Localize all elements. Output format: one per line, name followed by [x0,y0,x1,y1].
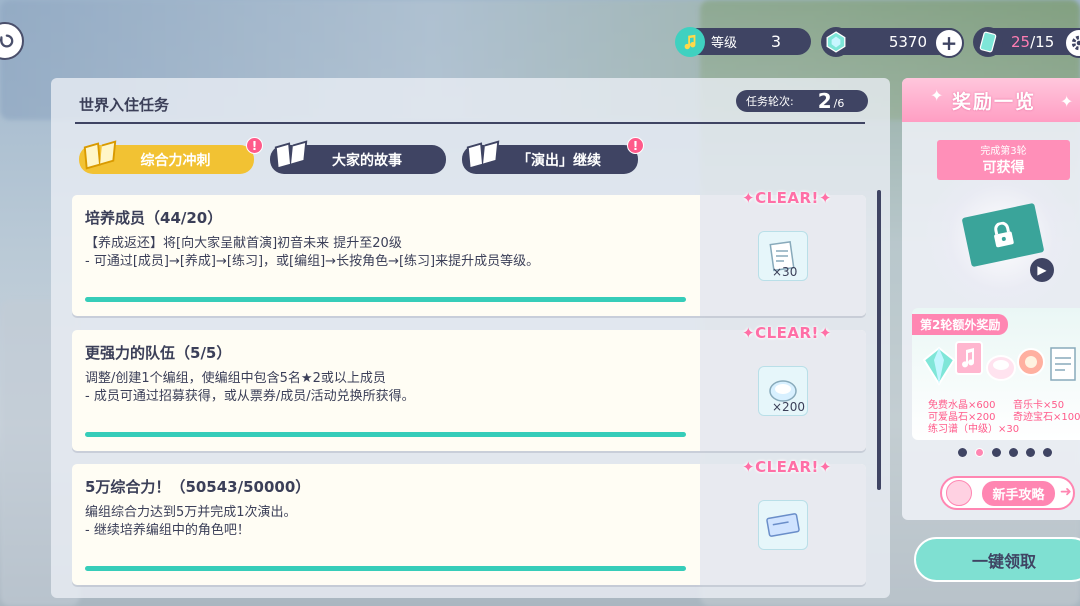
play-arrow-icon: ▶ [1037,263,1047,277]
guide-label: 新手攻略 [982,480,1055,506]
book-icon [466,140,500,170]
progress-bar [85,297,686,302]
clear-label: ✦CLEAR!✦ [742,189,832,207]
bonus-item-text: 可爱晶石×200 [928,412,996,423]
music-note-icon [675,26,705,57]
clear-label: ✦CLEAR!✦ [742,324,832,342]
level-value: 3 [770,32,781,51]
page-dot[interactable] [992,448,1001,457]
bonus-title: 第2轮额外奖励 [912,314,1009,335]
mission-name: 培养成员（44/20） [85,209,223,227]
bonus-reward-box[interactable]: 第2轮额外奖励 免费水晶×600 音乐卡×50 可爱晶石×200 奇迹宝石×10… [912,308,1080,440]
sparkle-icon: ✦ [930,86,944,105]
progress-fill [85,566,686,571]
ticket-max: /15 [1030,32,1055,51]
title-divider [75,122,865,124]
tab-performance-continue[interactable]: 「演出」继续 ! [462,137,644,174]
page-dot[interactable] [1009,448,1018,457]
beginner-guide-button[interactable]: 新手攻略 ➜ [940,476,1075,510]
back-arrow-icon [0,34,14,48]
round-current: 2 [817,89,832,113]
next-arrow-button[interactable]: ▶ [1030,258,1054,282]
page-indicator[interactable] [958,448,1052,457]
progress-bar [85,566,686,571]
page-dot[interactable] [1043,448,1052,457]
ribbon-small-text: 完成第3轮 [980,146,1027,157]
panel-title: 世界入住任务 [79,96,170,114]
mission-desc: 编组综合力达到5万并完成1次演出。 - 继续培养编组中的角色吧！ [85,505,297,538]
tab-label: 大家的故事 [332,152,402,169]
mission-desc: 调整/创建1个编组，使编组中包含5名★2或以上成员 - 成员可通过招募获得，或从… [85,371,415,404]
buy-crystal-button[interactable]: + [934,28,964,58]
mission-card[interactable]: 更强力的队伍（5/5） 调整/创建1个编组，使编组中包含5名★2或以上成员 - … [72,324,866,451]
mission-desc: 【养成返还】将[向大家呈献首演]初音未来 提升至20级 - 可通过[成员]→[养… [85,236,540,269]
clear-label: ✦CLEAR!✦ [742,458,832,476]
cute-stone-icon [986,355,1016,381]
ticket-value: 25/15 [1011,33,1054,51]
page-dot[interactable] [958,448,967,457]
tab-alert-badge: ! [627,137,644,154]
gacha-ticket-icon [758,500,808,550]
page-dot[interactable] [1026,448,1035,457]
mission-panel: 世界入住任务 任务轮次: 2 /6 综合力冲刺 ! 大家的故事 「演出」继续 !… [51,78,890,598]
mission-card[interactable]: 5万综合力！（50543/50000） 编组综合力达到5万并完成1次演出。 - … [72,458,866,585]
crystal-value: 5370 [888,32,927,51]
reward-overview-title: 奖励一览 [951,90,1036,113]
mascot-icon [946,480,972,506]
bonus-item-text: 练习谱（中级）×30 [928,424,1020,435]
book-icon [83,140,117,170]
mission-name: 5万综合力！（50543/50000） [85,478,311,496]
miracle-gem-icon [1017,348,1045,376]
crystal-icon [821,26,851,57]
progress-fill [85,297,686,302]
bonus-item-text: 免费水晶×600 [928,400,996,411]
crystal-reward-icon [922,346,956,386]
tab-everyone-story[interactable]: 大家的故事 [270,140,446,174]
score-sheet-icon [1050,347,1076,381]
tab-alert-badge: ! [246,137,263,154]
reward-count: ×30 [772,265,798,279]
tab-label: 「演出」继续 [517,152,601,169]
book-icon [274,140,308,170]
lock-icon [994,221,1014,248]
round-total: /6 [833,96,845,110]
mission-name: 更强力的队伍（5/5） [85,344,232,362]
level-label: 等级 [711,36,738,51]
arrow-right-icon: ➜ [1060,484,1072,500]
tab-label: 综合力冲刺 [140,152,211,169]
gear-icon [1071,35,1080,51]
scrollbar-thumb[interactable] [877,190,881,490]
progress-fill [85,432,686,437]
round-label: 任务轮次: [746,95,794,108]
sparkle-icon: ✦ [1060,92,1074,111]
tab-power-sprint[interactable]: 综合力冲刺 ! [79,137,263,174]
bonus-item-text: 奇迹宝石×100 [1013,412,1080,423]
ticket-current: 25 [1011,32,1031,51]
claim-all-button[interactable]: 一键领取 [914,537,1080,582]
reward-count: ×200 [772,400,805,414]
page-dot[interactable] [975,448,984,457]
level-indicator: 等级 3 [675,26,811,57]
mission-round: 任务轮次: 2 /6 [736,89,868,113]
reward-overview-header: ✦ 奖励一览 ✦ [902,78,1080,122]
music-card-icon [955,341,983,375]
final-reward-ribbon: 完成第3轮 可获得 [937,140,1070,180]
ribbon-big-text: 可获得 [982,160,1025,176]
progress-bar [85,432,686,437]
bonus-items-image [922,336,1080,402]
stamina-ticket-icon [973,26,1003,57]
mission-card[interactable]: 培养成员（44/20） 【养成返还】将[向大家呈献首演]初音未来 提升至20级 … [72,189,866,316]
bonus-item-text: 音乐卡×50 [1013,400,1065,411]
